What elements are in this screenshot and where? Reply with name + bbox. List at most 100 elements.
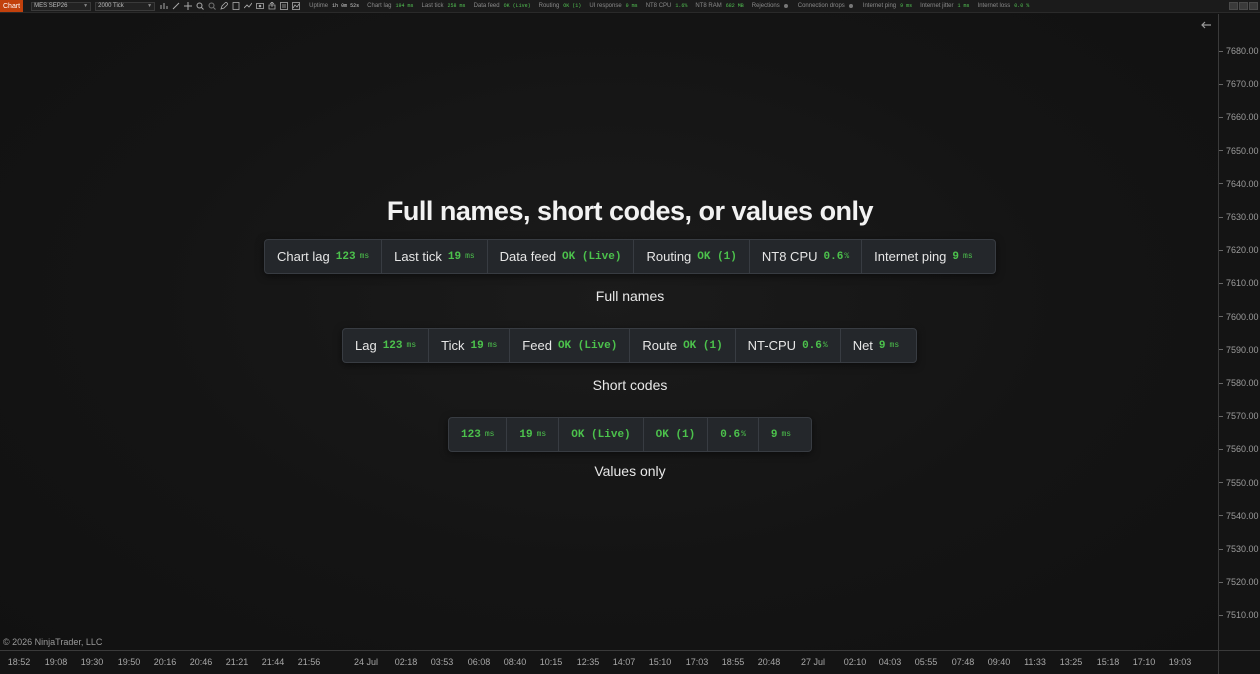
- toolbar-metric: Internet ping 9 ms: [863, 3, 914, 9]
- price-tick-label: 7620.00: [1219, 245, 1260, 255]
- values-only-segment: OK (1): [644, 418, 709, 451]
- tick-mark: [1219, 614, 1223, 616]
- values-only-segment: 19 ms: [507, 418, 560, 451]
- price-tick-label: 7610.00: [1219, 278, 1260, 288]
- properties-icon[interactable]: [279, 2, 288, 11]
- price-tick-label: 7530.00: [1219, 544, 1260, 554]
- short-codes-status-bar: Lag 123 ms Tick 19 ms Feed OK (Live) Route OK (1)…: [342, 328, 917, 363]
- metric-label: Feed: [522, 338, 552, 353]
- time-axis[interactable]: 18:52 19:08 19:30 19:50 20:16 20:46 21:21 21:44…: [0, 650, 1218, 674]
- toolbar-metric-label: Rejections: [751, 3, 780, 9]
- time-tick-label: 19:08: [44, 657, 68, 667]
- values-only-segment: 0.6%: [708, 418, 759, 451]
- tick-mark: [1219, 316, 1223, 318]
- time-tick-label: 21:44: [261, 657, 285, 667]
- price-tick-label: 7580.00: [1219, 378, 1260, 388]
- screenshot-icon[interactable]: [255, 2, 264, 11]
- minimize-button[interactable]: [1229, 2, 1238, 10]
- share-icon[interactable]: [267, 2, 276, 11]
- toolbar-metric-value: OK (1): [563, 3, 582, 9]
- metric-value: 0.6: [802, 339, 822, 352]
- maximize-button[interactable]: [1239, 2, 1248, 10]
- toolbar-metrics: Chart lag 194 ms Last tick 258 ms Data feed O…: [361, 3, 1031, 9]
- uptime-metric: Uptime 1h 0m 52s: [309, 3, 361, 9]
- price-value: 7620.00: [1226, 245, 1259, 256]
- tick-mark: [1219, 515, 1223, 517]
- toolbar-metric-label: UI response: [589, 3, 622, 9]
- toolbar-metric: NT8 RAM 682 MB: [695, 3, 745, 9]
- metric-unit: ms: [889, 341, 900, 350]
- full-names-status-bar: Chart lag 123 ms Last tick 19 ms Data feed OK (…: [264, 239, 996, 274]
- toolbar-metric-value: 258 ms: [447, 3, 466, 9]
- values-only-segment: OK (Live): [559, 418, 644, 451]
- toolbar-metric: Routing OK (1): [539, 3, 584, 9]
- toolbar-metric-value: 9 ms: [900, 3, 913, 9]
- interval-selector[interactable]: 2000 Tick ▼: [95, 1, 156, 11]
- time-tick-label: 08:40: [503, 657, 527, 667]
- pencil-icon[interactable]: [219, 2, 228, 11]
- tick-mark: [1219, 83, 1223, 85]
- toolbar-metric-label: Connection drops: [797, 3, 845, 9]
- metric-unit: %: [844, 252, 850, 261]
- metric-label: Lag: [355, 338, 377, 353]
- toolbar-metric-value: OK (Live): [503, 3, 531, 9]
- data-box-icon[interactable]: [231, 2, 240, 11]
- drawing-tool-icon[interactable]: [171, 2, 180, 11]
- strategy-icon[interactable]: [243, 2, 252, 11]
- toolbar-metric: UI response 0 ms: [589, 3, 639, 9]
- instrument-label: MES SEP26: [34, 3, 68, 9]
- full-names-segment: Internet ping 9 ms: [862, 240, 985, 273]
- indicators-icon[interactable]: [291, 2, 300, 11]
- price-tick-label: 7600.00: [1219, 312, 1260, 322]
- back-arrow-icon[interactable]: [1200, 18, 1214, 32]
- close-button[interactable]: [1249, 2, 1258, 10]
- toolbar-metric: Connection drops: [798, 3, 857, 9]
- instrument-selector[interactable]: MES SEP26 ▼: [31, 1, 92, 11]
- toolbar-metric-label: Internet loss: [977, 3, 1011, 9]
- metric-unit: ms: [465, 252, 475, 261]
- metric-value: 123: [335, 250, 356, 263]
- metric-label: Tick: [441, 338, 465, 353]
- tab-chart[interactable]: Chart: [0, 0, 24, 12]
- metric-unit: ms: [359, 252, 370, 261]
- price-value: 7570.00: [1226, 411, 1259, 422]
- metric-unit: ms: [487, 341, 498, 350]
- metric-value: 19: [519, 428, 533, 441]
- price-value: 7510.00: [1226, 610, 1259, 621]
- axis-corner: [1218, 650, 1260, 674]
- time-tick-label: 17:10: [1132, 657, 1156, 667]
- toolbar-metric-label: Chart lag: [367, 3, 392, 9]
- toolbar-metric-label: Internet ping: [862, 3, 897, 9]
- toolbar-metric-value: 194 ms: [395, 3, 414, 9]
- tick-mark: [1219, 415, 1223, 417]
- metric-label: Route: [642, 338, 678, 353]
- zoom-out-icon[interactable]: [207, 2, 216, 11]
- short-codes-segment: NT-CPU 0.6%: [736, 329, 841, 362]
- window-controls: [1229, 2, 1258, 10]
- full-names-segment: Routing OK (1): [634, 240, 750, 273]
- crosshair-icon[interactable]: [183, 2, 192, 11]
- metric-value: 19: [470, 339, 484, 352]
- time-tick-label: 19:50: [117, 657, 141, 667]
- metric-value: OK (1): [683, 339, 723, 352]
- price-tick-label: 7660.00: [1219, 112, 1260, 122]
- metric-value: 0.6: [823, 250, 844, 263]
- metric-value: 9: [952, 250, 960, 263]
- metric-label: NT8 CPU: [761, 249, 818, 264]
- toolbar-metric-label: Last tick: [421, 3, 444, 9]
- price-tick-label: 7540.00: [1219, 511, 1260, 521]
- metric-value: 9: [770, 428, 778, 441]
- time-tick-label: 19:30: [80, 657, 104, 667]
- tick-mark: [1219, 382, 1223, 384]
- bar-type-icon[interactable]: [159, 2, 168, 11]
- price-value: 7600.00: [1226, 311, 1259, 322]
- metric-value: OK (Live): [557, 339, 618, 352]
- price-tick-label: 7520.00: [1219, 577, 1260, 587]
- toolbar-metric: NT8 CPU 1.6%: [646, 3, 690, 9]
- price-tick-label: 7650.00: [1219, 146, 1260, 156]
- zoom-in-icon[interactable]: [195, 2, 204, 11]
- metric-value: 123: [461, 428, 481, 441]
- short-codes-segment: Lag 123 ms: [343, 329, 430, 362]
- price-axis[interactable]: 7680.00 7670.00 7660.00 7650.00 7640.00 7630.…: [1218, 14, 1260, 650]
- status-dot-icon: [783, 4, 788, 8]
